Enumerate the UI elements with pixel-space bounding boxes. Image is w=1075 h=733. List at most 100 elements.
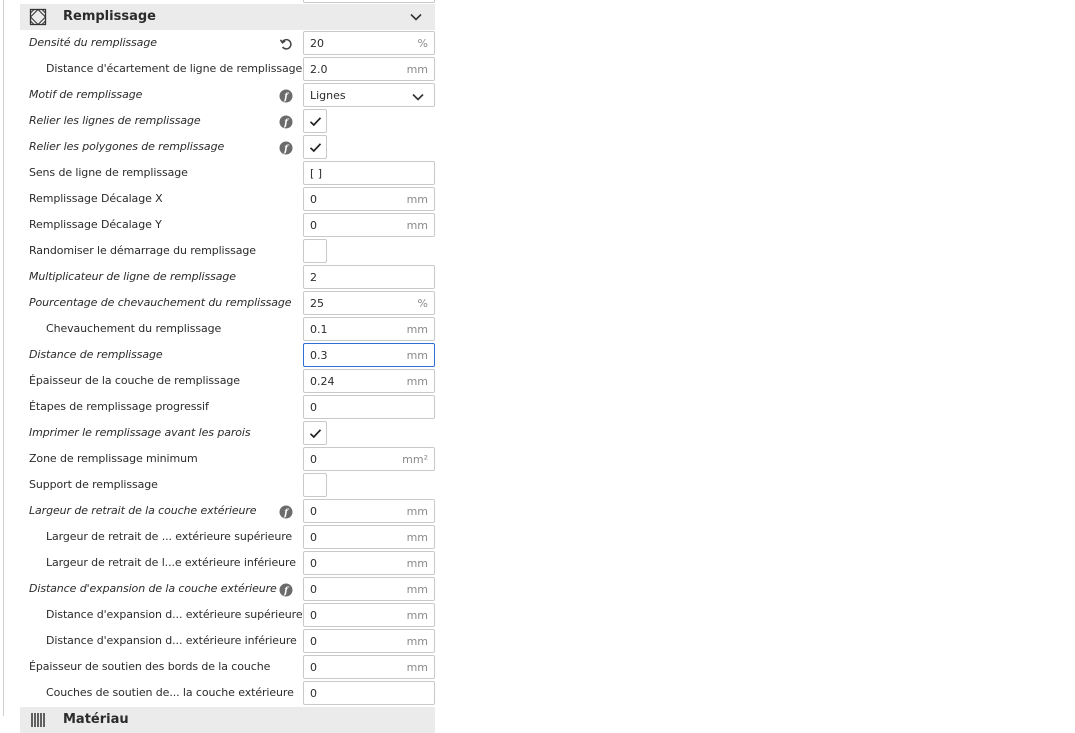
setting-value: 2: [310, 271, 317, 284]
setting-value: 0: [310, 219, 317, 232]
setting-unit: mm²: [402, 453, 428, 466]
setting-label: Remplissage Décalage X: [29, 192, 163, 205]
setting-label: Distance d'expansion d... extérieure sup…: [46, 608, 303, 621]
setting-value: 0: [310, 661, 317, 674]
section-title: Matériau: [63, 712, 129, 727]
setting-checkbox[interactable]: [303, 135, 327, 159]
setting-label: Couches de soutien de... la couche extér…: [46, 686, 294, 699]
setting-label: Motif de remplissage: [29, 88, 143, 101]
setting-input[interactable]: 0 mm: [303, 603, 435, 627]
setting-label: Zone de remplissage minimum: [29, 452, 198, 465]
setting-value: 0.3: [310, 349, 328, 362]
setting-row-infill-randomize-start: Randomiser le démarrage du remplissage: [0, 239, 440, 263]
setting-input[interactable]: 20%: [303, 31, 435, 55]
setting-row-infill-density: Densité du remplissage 20%: [0, 31, 440, 55]
setting-label: Relier les lignes de remplissage: [29, 114, 201, 127]
setting-input[interactable]: 2.0 mm: [303, 57, 435, 81]
setting-value: 0: [310, 401, 317, 414]
material-spool-icon: [29, 711, 47, 729]
setting-input[interactable]: 0.1 mm: [303, 317, 435, 341]
setting-unit: mm: [406, 661, 428, 674]
setting-input[interactable]: 0.24 mm: [303, 369, 435, 393]
setting-row-infill-pattern: Motif de remplissage f Lignes: [0, 83, 440, 107]
setting-input[interactable]: 0 mm: [303, 551, 435, 575]
setting-value: 0: [310, 687, 317, 700]
setting-label: Largeur de retrait de l...e extérieure i…: [46, 556, 296, 569]
setting-row-infill-wipe-dist: Distance de remplissage 0.3 mm: [0, 343, 440, 367]
setting-unit: %: [417, 297, 428, 310]
setting-input[interactable]: 0 mm: [303, 655, 435, 679]
setting-unit: mm: [406, 349, 428, 362]
settings-panel: Remplissage Densité du remplissage 20% Dis…: [0, 0, 440, 733]
setting-label: Largeur de retrait de la couche extérieu…: [29, 504, 257, 517]
setting-unit: mm: [406, 609, 428, 622]
setting-label: Remplissage Décalage Y: [29, 218, 162, 231]
function-icon: f: [279, 88, 293, 103]
setting-input[interactable]: 0 mm: [303, 499, 435, 523]
setting-unit: mm: [406, 193, 428, 206]
setting-row-top-skin-expand-distance: Distance d'expansion d... extérieure sup…: [0, 603, 440, 627]
setting-row-skin-edge-support-layers: Couches de soutien de... la couche extér…: [0, 681, 440, 705]
setting-input[interactable]: 0.3 mm: [303, 343, 435, 367]
setting-row-infill-angles: Sens de ligne de remplissage [ ]: [0, 161, 440, 185]
setting-row-gradual-infill-steps: Étapes de remplissage progressif 0: [0, 395, 440, 419]
checkmark-icon: [309, 143, 322, 153]
setting-label: Support de remplissage: [29, 478, 158, 491]
setting-input[interactable]: 0 mm: [303, 577, 435, 601]
setting-input[interactable]: 0 mm: [303, 187, 435, 211]
section-header-material[interactable]: Matériau: [20, 707, 435, 733]
setting-row-infill-offset-y: Remplissage Décalage Y 0 mm: [0, 213, 440, 237]
setting-input[interactable]: 0: [303, 395, 435, 419]
setting-row-bottom-skin-preshrink: Largeur de retrait de l...e extérieure i…: [0, 551, 440, 575]
function-icon: f: [279, 504, 293, 519]
setting-label: Distance de remplissage: [29, 348, 163, 361]
reset-icon[interactable]: [279, 36, 293, 50]
setting-value: 0: [310, 453, 317, 466]
chevron-down-icon: [411, 89, 425, 103]
setting-value: 20: [310, 37, 324, 50]
setting-row-zig-zaggify-infill: Relier les lignes de remplissage f: [0, 109, 440, 133]
section-title: Remplissage: [63, 9, 156, 24]
setting-input[interactable]: 0 mm: [303, 525, 435, 549]
setting-row-top-skin-preshrink: Largeur de retrait de ... extérieure sup…: [0, 525, 440, 549]
setting-row-expand-skins-expand-distance: Distance d'expansion de la couche extéri…: [0, 577, 440, 601]
setting-label: Distance d'expansion de la couche extéri…: [29, 582, 277, 595]
setting-value: 0: [310, 193, 317, 206]
setting-value: 0.1: [310, 323, 328, 336]
setting-input[interactable]: 2: [303, 265, 435, 289]
setting-row-infill-support-enabled: Support de remplissage: [0, 473, 440, 497]
setting-input[interactable]: 0 mm: [303, 629, 435, 653]
setting-checkbox[interactable]: [303, 109, 327, 133]
setting-unit: mm: [406, 375, 428, 388]
checkmark-icon: [309, 429, 322, 439]
setting-input[interactable]: 0 mm²: [303, 447, 435, 471]
setting-dropdown[interactable]: Lignes: [303, 83, 435, 107]
setting-row-infill-overlap-mm: Chevauchement du remplissage 0.1 mm: [0, 317, 440, 341]
setting-value: 0: [310, 635, 317, 648]
setting-checkbox[interactable]: [303, 473, 327, 497]
setting-unit: mm: [406, 531, 428, 544]
setting-value: 25: [310, 297, 324, 310]
setting-value: 0: [310, 531, 317, 544]
setting-row-connect-infill-polygons: Relier les polygones de remplissage f: [0, 135, 440, 159]
setting-unit: %: [417, 37, 428, 50]
setting-label: Distance d'écartement de ligne de rempli…: [46, 62, 303, 75]
setting-checkbox[interactable]: [303, 239, 327, 263]
setting-label: Relier les polygones de remplissage: [29, 140, 225, 153]
setting-input[interactable]: [ ]: [303, 161, 435, 185]
chevron-down-icon[interactable]: [409, 9, 423, 23]
setting-label: Imprimer le remplissage avant les parois: [29, 426, 251, 439]
setting-label: Chevauchement du remplissage: [46, 322, 222, 335]
function-icon: f: [279, 114, 293, 129]
setting-label: Étapes de remplissage progressif: [29, 400, 209, 413]
setting-value: [ ]: [310, 167, 323, 180]
setting-row-skin-edge-support-thickness: Épaisseur de soutien des bords de la cou…: [0, 655, 440, 679]
section-header-infill[interactable]: Remplissage: [20, 4, 435, 30]
setting-checkbox[interactable]: [303, 421, 327, 445]
previous-setting-field-edge[interactable]: [303, 0, 435, 3]
setting-input[interactable]: 0 mm: [303, 213, 435, 237]
setting-input[interactable]: 25%: [303, 291, 435, 315]
setting-input[interactable]: 0: [303, 681, 435, 705]
setting-row-bottom-skin-expand-distance: Distance d'expansion d... extérieure inf…: [0, 629, 440, 653]
setting-label: Épaisseur de la couche de remplissage: [29, 374, 240, 387]
